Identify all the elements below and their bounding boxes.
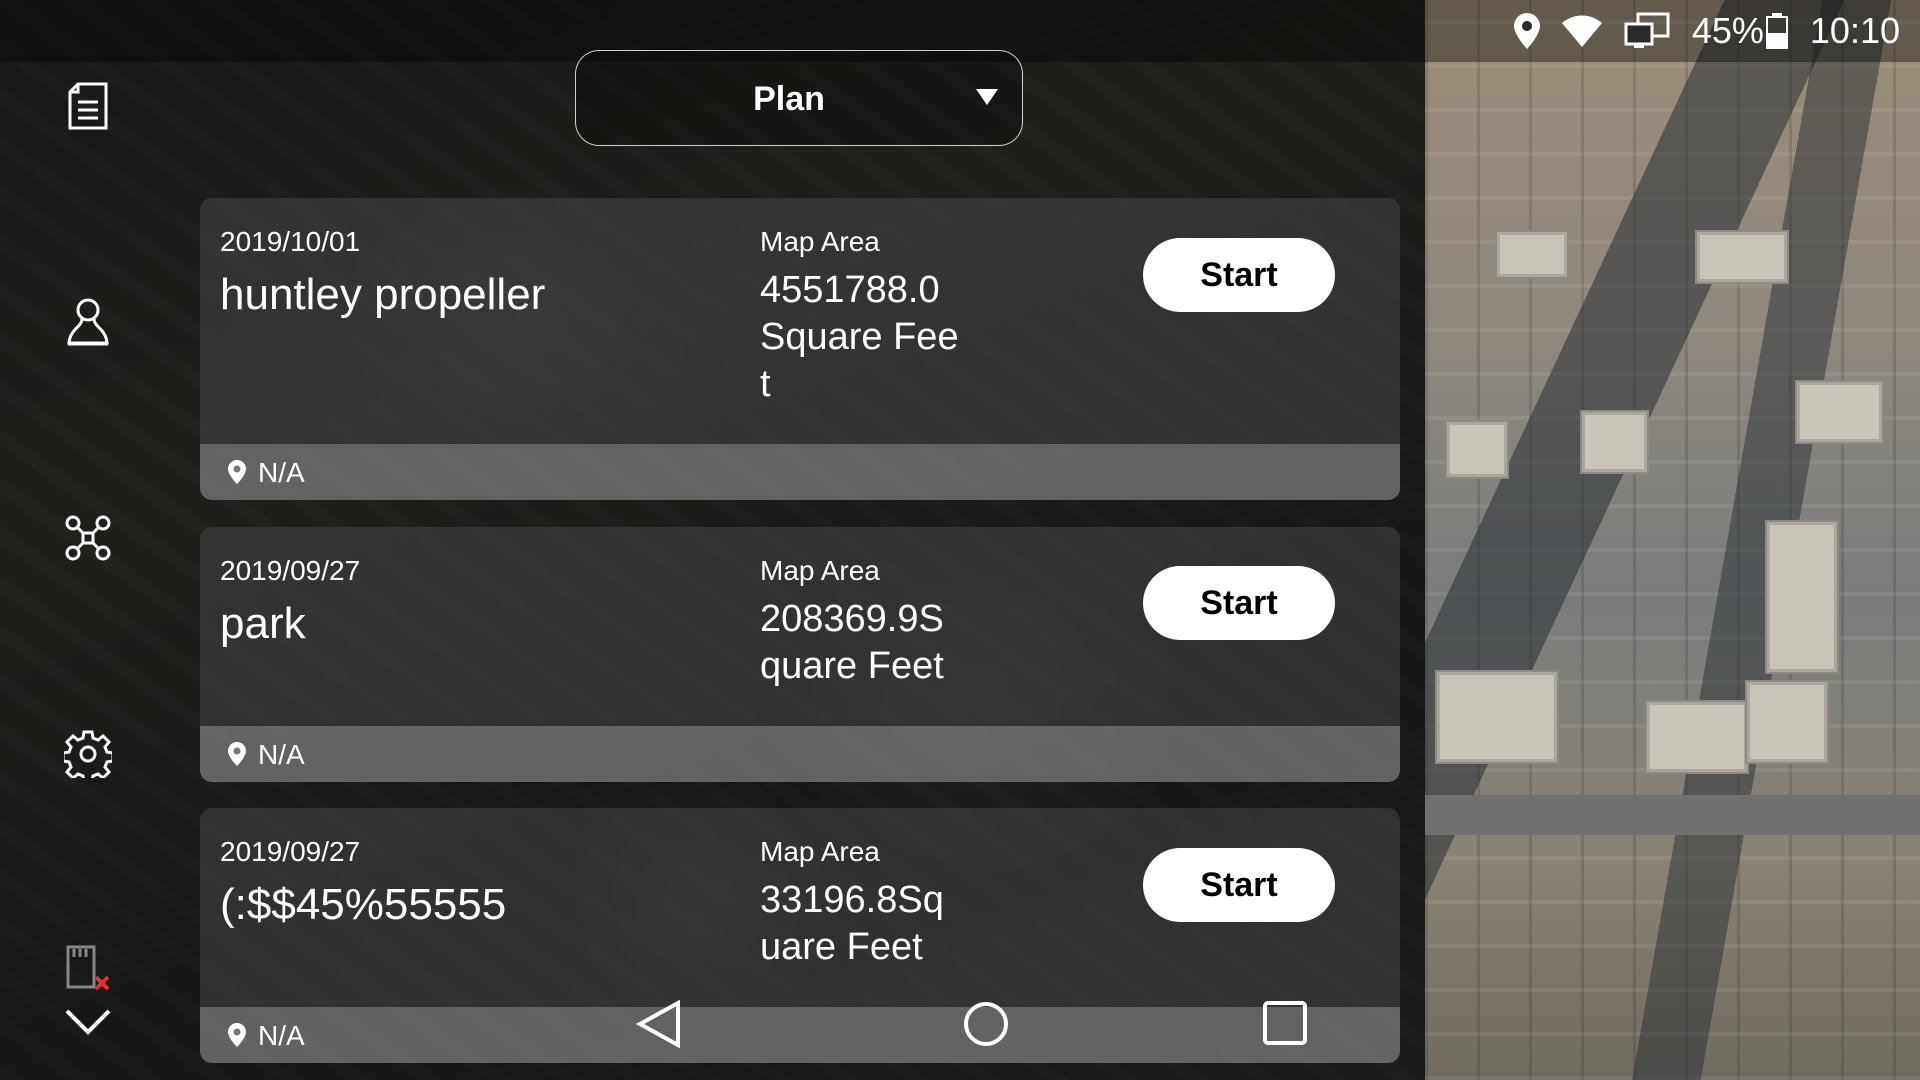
map-building — [1795, 380, 1884, 444]
home-icon[interactable] — [962, 1000, 1010, 1053]
map-area-value: 208369.9Square Feet — [760, 598, 944, 687]
location-pin-icon — [228, 742, 246, 771]
map-building — [1645, 700, 1749, 774]
map-building — [1695, 230, 1789, 284]
drone-icon — [64, 514, 112, 567]
battery-icon — [1765, 13, 1788, 49]
map-area-label: Map Area — [760, 555, 880, 586]
mission-date: 2019/09/27 — [220, 836, 361, 867]
map-area-label: Map Area — [760, 226, 880, 257]
start-button[interactable]: Start — [1143, 848, 1335, 922]
map-building — [1765, 520, 1839, 674]
map-area-label: Map Area — [760, 836, 880, 867]
mission-location-bar: N/A — [200, 444, 1400, 500]
mission-card[interactable]: 2019/10/01 huntley propeller Map Area 45… — [200, 198, 1400, 500]
mission-location-bar: N/A — [200, 726, 1400, 782]
sidebar-item-account[interactable] — [57, 293, 119, 355]
sidebar — [0, 62, 175, 1080]
mission-location: N/A — [258, 739, 305, 770]
back-icon[interactable] — [635, 999, 682, 1053]
battery-percent: 45% — [1691, 10, 1764, 51]
map-area-value: 4551788.0 Square Feet — [760, 269, 959, 405]
sidebar-item-mission-list[interactable] — [57, 77, 119, 139]
map-building — [1445, 420, 1509, 479]
mission-name: huntley propeller — [220, 270, 546, 319]
mission-name: park — [220, 599, 306, 648]
recents-icon[interactable] — [1262, 1000, 1308, 1051]
mission-card[interactable]: 2019/09/27 park Map Area 208369.9Square … — [200, 527, 1400, 782]
map-area-value: 33196.8Square Feet — [760, 879, 944, 968]
wifi-icon — [1561, 15, 1602, 47]
map-road — [1425, 795, 1920, 835]
clock: 10:10 — [1809, 10, 1900, 51]
map-building — [1580, 410, 1649, 474]
screen-mirror-icon — [1624, 12, 1670, 50]
location-pin-icon — [228, 460, 246, 489]
map-building — [1495, 230, 1569, 279]
plan-dropdown[interactable]: Plan — [575, 50, 1023, 146]
mission-location: N/A — [258, 457, 305, 488]
location-icon — [1513, 13, 1540, 49]
dropdown-arrow-icon — [976, 89, 998, 110]
map-view[interactable] — [1425, 0, 1920, 1080]
plan-dropdown-label: Plan — [753, 80, 825, 118]
map-building — [1435, 670, 1559, 764]
mission-date: 2019/10/01 — [220, 226, 361, 257]
mission-name: (:$$45%55555 — [220, 880, 507, 929]
user-icon — [66, 297, 110, 352]
document-icon — [68, 82, 108, 135]
navigation-bar — [0, 960, 1920, 1080]
gear-icon — [61, 730, 115, 783]
sidebar-item-aircraft[interactable] — [57, 509, 119, 571]
mission-date: 2019/09/27 — [220, 555, 361, 586]
start-button[interactable]: Start — [1143, 566, 1335, 640]
sidebar-item-settings[interactable] — [57, 725, 119, 787]
start-button[interactable]: Start — [1143, 238, 1335, 312]
map-building — [1745, 680, 1829, 764]
